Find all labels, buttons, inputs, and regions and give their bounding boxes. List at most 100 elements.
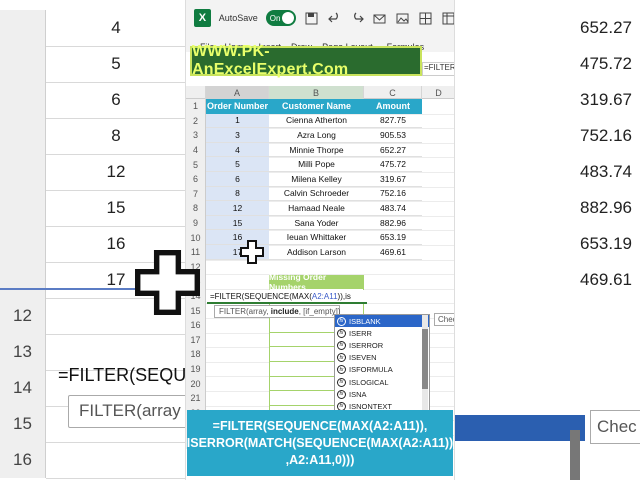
formula-edit-cell[interactable]: =FILTER(SEQUENCE(MAX(A2:A11)),is [207,290,367,304]
function-icon: fx [337,377,346,387]
table-cell[interactable]: Cienna Atherton [269,114,364,129]
table-cell[interactable]: 475.72 [364,157,422,172]
row-header[interactable]: 20 [186,376,206,391]
table-cell[interactable]: Ieuan Whittaker [269,230,364,245]
autosave-toggle[interactable]: On [265,10,296,26]
background-order-value: 5 [111,54,121,73]
table-header-cell[interactable]: Customer Name [269,99,364,114]
table-cell[interactable]: 652.27 [364,143,422,158]
table-cell[interactable]: 319.67 [364,172,422,187]
background-check-tooltip: Chec [590,410,640,444]
table-icon[interactable] [441,10,454,26]
table-cell[interactable]: 8 [206,186,269,202]
autocomplete-item-label: ISERROR [349,340,384,350]
row-header[interactable]: 19 [186,361,206,377]
table-cell[interactable]: 469.61 [364,245,422,260]
table-cell[interactable]: Minnie Thorpe [269,143,364,158]
row-header[interactable]: 3 [186,128,206,143]
row-header[interactable]: 9 [186,215,206,231]
autocomplete-item[interactable]: fx ISERROR [335,339,429,351]
row-header[interactable]: 2 [186,113,206,129]
save-icon[interactable] [304,10,319,26]
undo-icon[interactable] [327,10,342,26]
background-order-value [46,442,186,478]
column-header-d[interactable]: D [422,86,454,99]
autocomplete-item[interactable]: fx ISLOGICAL [335,376,429,388]
row-header[interactable]: 17 [186,332,206,348]
background-order-value: 6 [111,90,121,109]
excel-app-icon: X [194,9,211,27]
table-cell[interactable]: 1 [206,113,269,129]
autosave-label: AutoSave [218,13,258,23]
autocomplete-item[interactable]: fx ISERR [335,327,429,339]
tooltip-current-arg: include [270,307,299,316]
background-row-number [0,262,46,298]
background-amount-value: 652.27 [580,18,632,37]
table-cell[interactable]: 12 [206,201,269,216]
table-cell[interactable]: Sana Yoder [269,216,364,231]
table-cell[interactable]: Calvin Schroeder [269,187,364,202]
table-header-cell[interactable]: Amount [364,99,422,114]
background-formula-text: =FILTER(SEQUE [58,365,199,385]
row-header[interactable]: 7 [186,186,206,202]
table-cell[interactable]: 4 [206,142,269,158]
email-icon[interactable] [373,10,388,26]
table-cell[interactable]: 827.75 [364,114,422,129]
table-cell[interactable]: 15 [206,215,269,231]
background-row-line [46,478,186,479]
row-header[interactable]: 18 [186,347,206,362]
formula-caption-line: ISERROR(MATCH(SEQUENCE(MAX(A2:A11)) [186,435,454,450]
row-header[interactable]: 4 [186,142,206,158]
table-cell[interactable]: 882.96 [364,216,422,231]
tooltip-prefix: FILTER(array, [219,307,271,316]
column-header-a[interactable]: A [206,86,269,99]
autocomplete-item[interactable]: fx ISFORMULA [335,364,429,376]
background-right-panel: 652.27 475.72 319.67 752.16 483.74 882.96 653.… [455,0,640,480]
table-cell[interactable]: Milena Kelley [269,172,364,187]
background-row-number [0,154,46,190]
row-header[interactable]: 1 [186,99,206,114]
table-cell[interactable]: Azra Long [269,128,364,143]
redo-icon[interactable] [350,10,365,26]
autocomplete-item[interactable]: fx ISEVEN [335,352,429,364]
background-amount-value: 882.96 [580,198,632,217]
grid-icon[interactable] [418,10,433,26]
background-order-value: 12 [106,162,126,181]
corner-cell[interactable] [186,86,206,99]
background-row-number [0,10,46,46]
picture-icon[interactable] [395,10,410,26]
autocomplete-scroll-thumb[interactable] [422,329,428,389]
background-amount-value: 475.72 [580,54,632,73]
missing-order-header[interactable]: Missing Order Numbers [269,272,364,292]
table-cell[interactable]: 5 [206,157,269,172]
column-header-b[interactable]: B [269,86,364,99]
autocomplete-item[interactable]: fx ISBLANK [335,315,429,328]
column-header-c[interactable]: C [364,86,422,99]
function-autocomplete-list[interactable]: fx ISBLANK fx ISERR fx ISERROR fx ISEVEN fx ISFOR… [334,314,430,414]
table-cell[interactable]: 6 [206,172,269,187]
row-header[interactable]: 5 [186,157,206,172]
background-amount-value: 653.19 [580,234,632,253]
row-header[interactable]: 8 [186,201,206,216]
autocomplete-item[interactable]: fx ISNA [335,388,429,400]
function-icon: fx [337,328,346,338]
table-cell[interactable]: 483.74 [364,201,422,216]
table-cell[interactable]: Addison Larson [269,245,364,260]
formula-prefix: =FILTER(SEQUENCE(MAX( [210,291,312,301]
row-header[interactable]: 16 [186,318,206,333]
autocomplete-item-label: ISFORMULA [349,365,393,375]
table-cell[interactable]: 752.16 [364,187,422,202]
table-cell[interactable]: 3 [206,128,269,143]
table-cell[interactable]: 905.53 [364,128,422,143]
background-amount-value: 319.67 [580,90,632,109]
background-amount-value: 469.61 [580,270,632,289]
table-cell[interactable]: Milli Pope [269,157,364,172]
row-header[interactable]: 21 [186,391,206,406]
row-header[interactable]: 6 [186,172,206,187]
background-row-number: 12 [0,298,46,334]
table-cell[interactable]: Hamaad Neale [269,201,364,216]
table-cell[interactable]: 653.19 [364,230,422,245]
row-header[interactable]: 10 [186,230,206,245]
table-header-cell[interactable]: Order Number [206,99,269,114]
background-row-number [0,82,46,118]
